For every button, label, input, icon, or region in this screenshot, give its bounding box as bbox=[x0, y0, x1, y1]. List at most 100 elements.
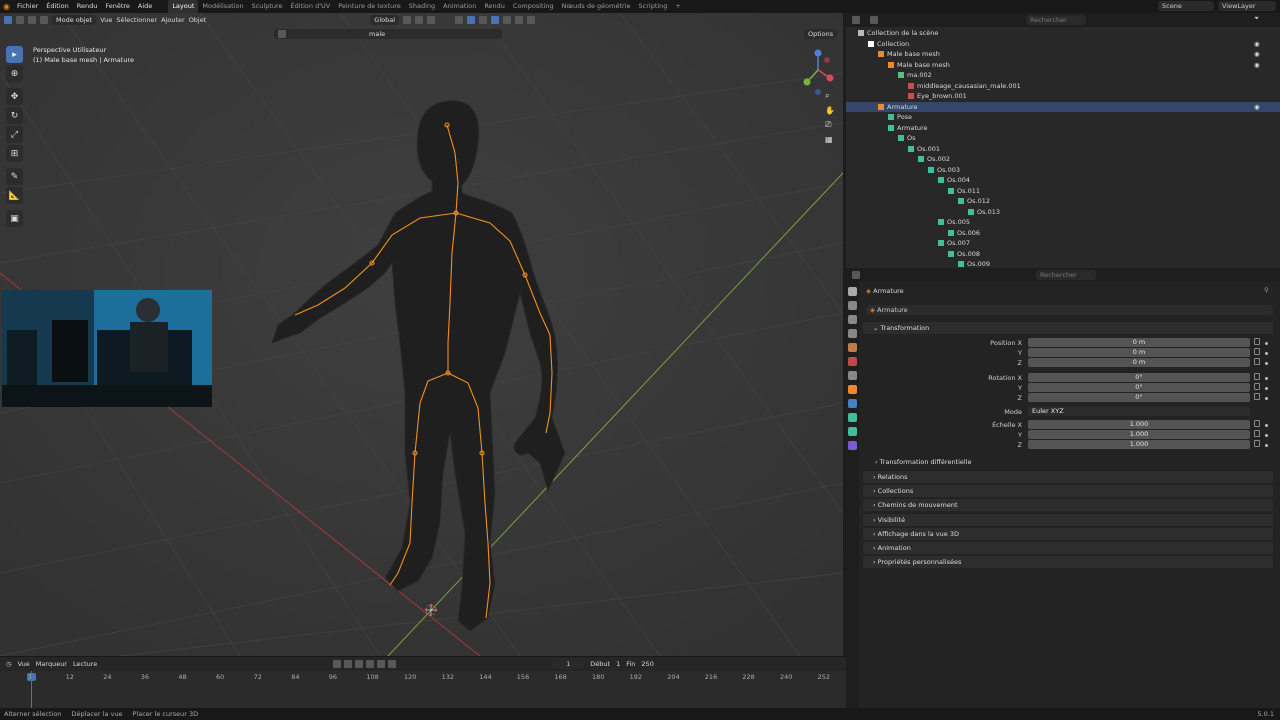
ortho-grid-icon[interactable]: ▦ bbox=[825, 135, 835, 144]
tab-compositing[interactable]: Compositing bbox=[509, 0, 558, 13]
outliner-row[interactable]: Os.007 bbox=[846, 238, 1280, 249]
cursor-tool-icon[interactable]: ⊕ bbox=[6, 65, 23, 82]
play-reverse-icon[interactable] bbox=[355, 660, 364, 668]
viewlayer-field[interactable]: ViewLayer bbox=[1218, 1, 1276, 11]
mode-dropdown[interactable]: Mode objet bbox=[52, 15, 97, 25]
select-box-icon[interactable] bbox=[4, 16, 12, 24]
shading-rendered-icon[interactable] bbox=[527, 16, 536, 24]
rotation-y-field[interactable]: 0° bbox=[1028, 383, 1250, 392]
outliner-row[interactable]: middleage_causasian_male.001 bbox=[846, 81, 1280, 92]
panel-collapsed[interactable]: › Animation bbox=[863, 542, 1273, 554]
measure-tool-icon[interactable]: 📐 bbox=[6, 187, 23, 204]
transform-tool-icon[interactable]: ⊞ bbox=[6, 145, 23, 162]
rotation-mode-dropdown[interactable]: Euler XYZ bbox=[1028, 407, 1250, 416]
shading-solid-icon[interactable] bbox=[503, 16, 512, 24]
render-tab-icon[interactable] bbox=[848, 301, 857, 310]
pivot-icon[interactable] bbox=[403, 16, 412, 24]
tab-texture-paint[interactable]: Peinture de texture bbox=[334, 0, 405, 13]
rotation-z-field[interactable]: 0° bbox=[1028, 393, 1250, 402]
play-icon[interactable] bbox=[366, 660, 375, 668]
scale-x-field[interactable]: 1.000 bbox=[1028, 420, 1250, 429]
menu-file[interactable]: Fichier bbox=[13, 0, 42, 13]
lock-icon[interactable] bbox=[1254, 348, 1260, 355]
proportional-icon[interactable] bbox=[427, 16, 436, 24]
properties-type-icon[interactable] bbox=[852, 271, 860, 279]
panel-collapsed[interactable]: › Propriétés personnalisées bbox=[863, 556, 1273, 569]
outliner-row[interactable]: Collection ◉ bbox=[846, 39, 1280, 50]
camera-icon[interactable]: ⎚ bbox=[825, 120, 835, 130]
jump-end-icon[interactable] bbox=[388, 660, 397, 668]
filter-icon[interactable] bbox=[278, 30, 286, 38]
panel-collapsed[interactable]: › Visibilité bbox=[863, 513, 1273, 526]
menu-window[interactable]: Fenêtre bbox=[101, 0, 134, 13]
outliner-row[interactable]: Armature ◉ bbox=[846, 101, 1280, 113]
filter-search-input[interactable]: male bbox=[369, 29, 385, 39]
select-invert-icon[interactable] bbox=[40, 16, 48, 24]
lock-icon[interactable] bbox=[1254, 383, 1260, 390]
outliner-row[interactable]: Os.012 bbox=[846, 196, 1280, 207]
outliner-row[interactable]: Male base mesh ◉ bbox=[846, 49, 1280, 60]
visibility-eye-icon[interactable]: ◉ bbox=[1254, 102, 1260, 113]
visibility-eye-icon[interactable]: ◉ bbox=[1254, 39, 1260, 50]
keyframe-dot-icon[interactable] bbox=[1265, 424, 1268, 427]
select-tool-icon[interactable]: ▸ bbox=[6, 46, 23, 63]
add-workspace-icon[interactable]: + bbox=[671, 0, 684, 13]
scene-field[interactable]: Scene bbox=[1158, 1, 1214, 11]
lock-icon[interactable] bbox=[1254, 338, 1260, 345]
panel-transformation[interactable]: ⌄ Transformation bbox=[863, 322, 1273, 334]
tab-rendering[interactable]: Rendu bbox=[480, 0, 509, 13]
keyframe-dot-icon[interactable] bbox=[1265, 444, 1268, 447]
lock-icon[interactable] bbox=[1254, 393, 1260, 400]
tab-scripting[interactable]: Scripting bbox=[635, 0, 672, 13]
snap-icon[interactable] bbox=[415, 16, 424, 24]
select-subtract-icon[interactable] bbox=[28, 16, 36, 24]
filter-funnel-icon[interactable]: ⏷ bbox=[1254, 14, 1259, 23]
start-frame-field[interactable]: 1 bbox=[616, 660, 620, 668]
position-y-field[interactable]: 0 m bbox=[1028, 348, 1250, 357]
orientation-dropdown[interactable]: Global bbox=[370, 15, 400, 25]
rotation-x-field[interactable]: 0° bbox=[1028, 373, 1250, 382]
outliner-row[interactable]: Os bbox=[846, 133, 1280, 144]
visibility-eye-icon[interactable]: ◉ bbox=[1254, 60, 1260, 71]
options-dropdown[interactable]: Options bbox=[804, 29, 838, 39]
tab-geometry-nodes[interactable]: Nœuds de géométrie bbox=[558, 0, 635, 13]
scale-z-field[interactable]: 1.000 bbox=[1028, 440, 1250, 449]
blender-logo-icon[interactable]: ◉ bbox=[0, 0, 13, 13]
panel-collapsed[interactable]: › Collections bbox=[863, 485, 1273, 498]
select-extend-icon[interactable] bbox=[16, 16, 24, 24]
subpanel-delta-transform[interactable]: › Transformation différentielle bbox=[875, 458, 972, 466]
visibility-eye-icon[interactable]: ◉ bbox=[1254, 49, 1260, 60]
display-mode-icon[interactable] bbox=[870, 16, 878, 24]
menu-select[interactable]: Sélectionner bbox=[116, 16, 157, 24]
outliner-row[interactable]: ma.002 bbox=[846, 70, 1280, 81]
outliner-row[interactable]: Os.013 bbox=[846, 207, 1280, 218]
menu-add[interactable]: Ajouter bbox=[161, 16, 185, 24]
tab-sculpting[interactable]: Sculpture bbox=[248, 0, 287, 13]
tab-animation[interactable]: Animation bbox=[439, 0, 480, 13]
outliner-row[interactable]: Armature bbox=[846, 123, 1280, 134]
scale-tool-icon[interactable]: ⤢ bbox=[6, 126, 23, 143]
keyframe-dot-icon[interactable] bbox=[1265, 397, 1268, 400]
outliner-row[interactable]: Male base mesh ◉ bbox=[846, 60, 1280, 71]
shading-material-icon[interactable] bbox=[515, 16, 524, 24]
tab-uv-editing[interactable]: Édition d'UV bbox=[287, 0, 335, 13]
tool-tab-icon[interactable] bbox=[848, 287, 857, 296]
outliner-row[interactable]: Os.004 bbox=[846, 175, 1280, 186]
output-tab-icon[interactable] bbox=[848, 315, 857, 324]
outliner-search[interactable]: Rechercher bbox=[1026, 15, 1086, 25]
zoom-icon[interactable]: ⌕ bbox=[825, 91, 835, 101]
gizmo-toggle-icon[interactable] bbox=[455, 16, 464, 24]
jump-start-icon[interactable] bbox=[333, 660, 342, 668]
panel-collapsed[interactable]: › Chemins de mouvement bbox=[863, 499, 1273, 512]
tab-modeling[interactable]: Modélisation bbox=[198, 0, 247, 13]
outliner-row[interactable]: Pose bbox=[846, 112, 1280, 123]
annotate-tool-icon[interactable]: ✎ bbox=[6, 168, 23, 185]
shading-wireframe-icon[interactable] bbox=[491, 16, 500, 24]
rotate-tool-icon[interactable]: ↻ bbox=[6, 107, 23, 124]
outliner-row[interactable]: Eye_brown.001 bbox=[846, 91, 1280, 102]
tab-layout[interactable]: Layout bbox=[168, 0, 199, 13]
scale-y-field[interactable]: 1.000 bbox=[1028, 430, 1250, 439]
lock-icon[interactable] bbox=[1254, 420, 1260, 427]
current-frame-field[interactable]: 1 bbox=[552, 659, 585, 669]
menu-edit[interactable]: Édition bbox=[42, 0, 73, 13]
